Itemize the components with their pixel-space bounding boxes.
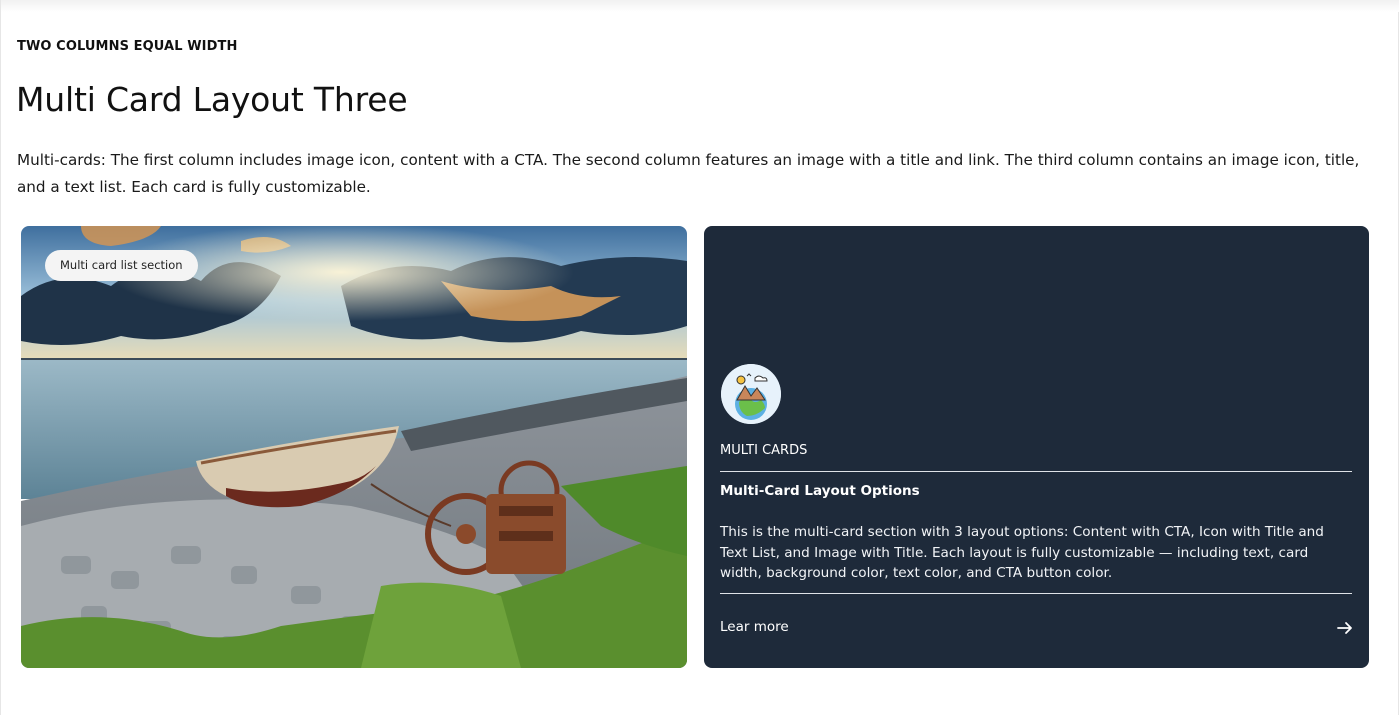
divider <box>720 471 1352 472</box>
image-card: Multi card list section <box>21 226 687 668</box>
landscape-photo <box>21 226 687 668</box>
section-tag: Multi card list section <box>45 250 198 281</box>
section-eyebrow: TWO COLUMNS EQUAL WIDTH <box>17 39 238 54</box>
globe-landscape-icon <box>721 364 781 424</box>
card-title: Multi-Card Layout Options <box>720 483 920 499</box>
card-kicker: MULTI CARDS <box>720 443 808 458</box>
learn-more-link[interactable]: Lear more <box>720 618 1354 638</box>
divider <box>720 593 1352 594</box>
top-shadow <box>1 0 1399 12</box>
card-body: This is the multi-card section with 3 la… <box>720 524 1324 581</box>
learn-more-label: Lear more <box>720 619 789 635</box>
section-description: Multi-cards: The first column includes i… <box>17 151 1360 196</box>
arrow-right-icon <box>1337 622 1352 634</box>
text-card: MULTI CARDS Multi-Card Layout Options Th… <box>704 226 1369 668</box>
page-title: Multi Card Layout Three <box>16 80 408 119</box>
page: TWO COLUMNS EQUAL WIDTH Multi Card Layou… <box>0 0 1399 715</box>
